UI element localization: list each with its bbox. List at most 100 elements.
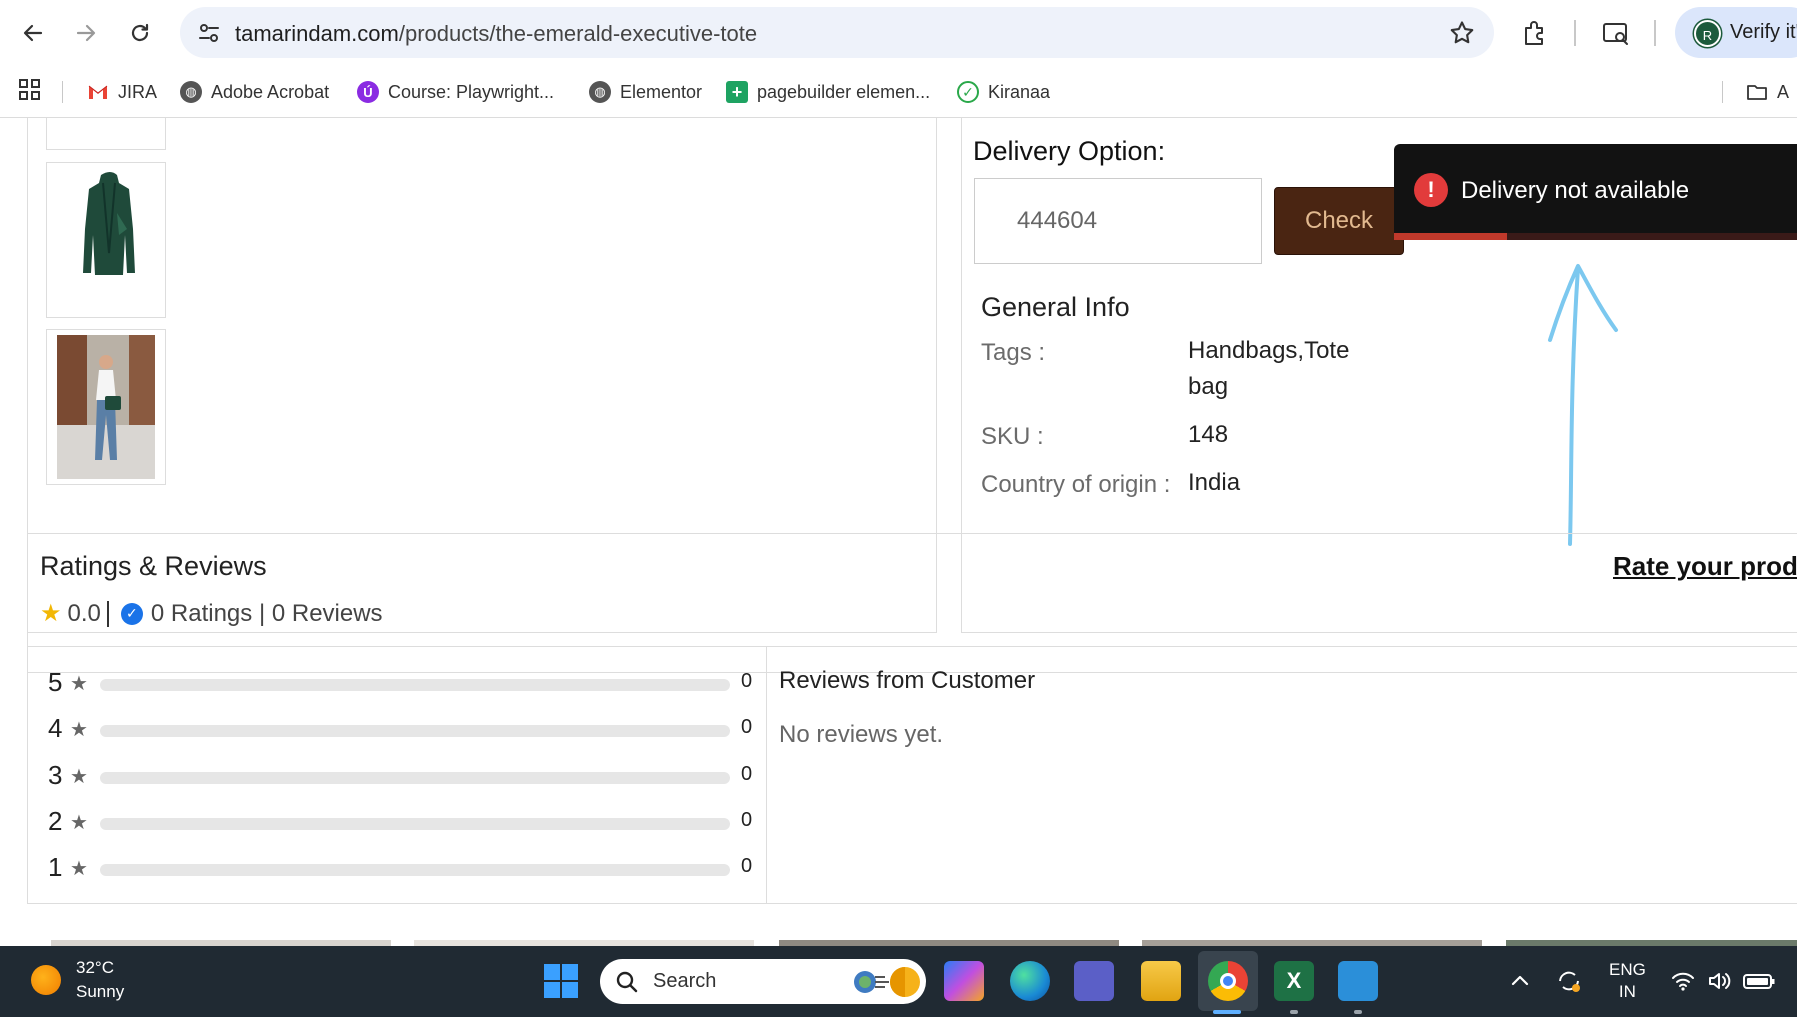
breakdown-divider: [766, 647, 767, 903]
chrome-active-tab[interactable]: [1198, 951, 1258, 1011]
product-thumbnail[interactable]: [46, 162, 166, 318]
copilot-icon[interactable]: [944, 961, 984, 1001]
info-key-sku: SKU :: [981, 423, 1044, 450]
address-bar[interactable]: tamarindam.com/products/the-emerald-exec…: [180, 7, 1494, 58]
toast-notification[interactable]: ! Delivery not available: [1394, 144, 1797, 240]
url-text[interactable]: tamarindam.com/products/the-emerald-exec…: [235, 21, 757, 47]
teams-icon[interactable]: [1074, 961, 1114, 1001]
rating-count: 0: [741, 855, 753, 877]
back-button[interactable]: [14, 14, 52, 52]
rating-bar-track: [100, 818, 730, 830]
running-indicator: [1290, 1010, 1298, 1014]
tab-search-icon[interactable]: [1600, 17, 1632, 49]
rating-stars-label: 1: [48, 852, 63, 882]
gmail-icon: [87, 81, 109, 103]
rating-count: 0: [741, 809, 753, 831]
bookmark-label: pagebuilder elemen...: [757, 81, 931, 102]
ratings-title: Ratings & Reviews: [40, 551, 267, 581]
url-domain: tamarindam.com: [235, 21, 399, 46]
reviews-title: Reviews from Customer: [779, 667, 1036, 694]
rating-row-4: 4 ★ 0: [48, 713, 758, 743]
chevron-up-icon[interactable]: [1507, 968, 1533, 994]
globe-icon: ◍: [589, 81, 611, 103]
bookmark-course-playwright[interactable]: Ú Course: Playwright...: [357, 78, 554, 106]
taskbar-search[interactable]: Search: [600, 959, 926, 1004]
ratings-summary: ★ 0.0 ✓ 0 Ratings | 0 Reviews: [40, 599, 383, 628]
language-indicator[interactable]: ENG IN: [1609, 959, 1646, 1003]
pincode-input[interactable]: [974, 178, 1262, 264]
star-icon: ★: [70, 766, 88, 788]
general-info-title: General Info: [981, 292, 1130, 322]
globe-icon: ◍: [180, 81, 202, 103]
rating-row-5: 5 ★ 0: [48, 667, 758, 697]
reviews-empty-message: No reviews yet.: [779, 721, 944, 748]
site-settings-icon[interactable]: [196, 20, 222, 46]
bookmark-label: Adobe Acrobat: [211, 81, 330, 102]
bookmark-star-icon[interactable]: [1448, 19, 1476, 47]
windows-start-icon[interactable]: [543, 963, 579, 999]
apps-grid-icon[interactable]: [18, 78, 42, 102]
reload-icon: [131, 23, 149, 42]
excel-icon[interactable]: X: [1274, 961, 1314, 1001]
arrow-left-icon: [23, 24, 43, 42]
product-thumbnail[interactable]: [46, 329, 166, 485]
verified-badge-icon: ✓: [120, 602, 143, 625]
average-rating: 0.0: [67, 599, 101, 627]
info-value-sku: 148: [1188, 421, 1229, 448]
sync-icon[interactable]: [1556, 968, 1582, 994]
info-value-tags: Handbags,Tote bag: [1188, 337, 1350, 400]
toolbar-separator: [1574, 20, 1576, 46]
info-key-tags: Tags :: [981, 339, 1046, 366]
star-icon: ★: [70, 673, 88, 695]
search-icon: [616, 971, 638, 993]
bookmark-jira[interactable]: JIRA: [87, 78, 157, 106]
url-path: /products/the-emerald-executive-tote: [398, 21, 758, 46]
bookmark-elementor[interactable]: ◍ Elementor: [589, 78, 702, 106]
check-delivery-button[interactable]: Check: [1274, 187, 1404, 255]
bookmark-separator: [1722, 81, 1723, 103]
active-app-indicator: [1213, 1010, 1241, 1014]
rating-row-1: 1 ★ 0: [48, 852, 758, 882]
bookmark-kiranaa[interactable]: ✓ Kiranaa: [957, 78, 1050, 106]
wifi-icon[interactable]: [1670, 968, 1696, 994]
windows-taskbar: 32°C Sunny Search X ENG IN: [0, 946, 1797, 1017]
error-icon: !: [1414, 173, 1448, 207]
profile-button[interactable]: R Verify it's: [1675, 7, 1797, 58]
toolbar-separator: [1654, 20, 1656, 46]
product-thumbnail[interactable]: [46, 118, 166, 150]
search-highlight-icon: [854, 967, 920, 997]
edge-icon[interactable]: [1010, 961, 1050, 1001]
toast-message: Delivery not available: [1461, 177, 1690, 204]
bookmark-pagebuilder[interactable]: + pagebuilder elemen...: [726, 78, 930, 106]
region-code: IN: [1618, 982, 1636, 1001]
sun-icon[interactable]: [31, 965, 61, 995]
folder-icon: [1746, 81, 1768, 103]
reload-button[interactable]: [121, 14, 159, 52]
star-icon: ★: [70, 719, 88, 741]
annotation-arrow: [1548, 264, 1618, 546]
rating-stars-label: 3: [48, 760, 63, 790]
rate-product-link[interactable]: Rate your prod: [1613, 551, 1797, 582]
extensions-icon[interactable]: [1519, 17, 1551, 49]
rating-bar-track: [100, 772, 730, 784]
bookmark-separator: [62, 81, 63, 103]
bookmark-adobe-acrobat[interactable]: ◍ Adobe Acrobat: [180, 78, 329, 106]
rating-bar-track: [100, 864, 730, 876]
rating-count: 0: [741, 716, 753, 738]
bookmark-label: Elementor: [620, 81, 703, 102]
bookmark-folder[interactable]: A: [1746, 78, 1789, 106]
info-key-country: Country of origin :: [981, 471, 1171, 498]
star-icon: ★: [70, 812, 88, 834]
file-explorer-icon[interactable]: [1141, 961, 1181, 1001]
rating-stars-label: 4: [48, 713, 63, 743]
bookmark-label: Course: Playwright...: [388, 81, 555, 102]
forward-button[interactable]: [67, 14, 105, 52]
notepad-icon[interactable]: [1338, 961, 1378, 1001]
battery-icon[interactable]: [1742, 968, 1776, 994]
weather-condition[interactable]: Sunny: [76, 982, 124, 1002]
chrome-icon: [1208, 961, 1248, 1001]
weather-temperature[interactable]: 32°C: [76, 958, 114, 978]
rating-bar-track: [100, 679, 730, 691]
volume-icon[interactable]: [1706, 968, 1732, 994]
rating-stars-label: 2: [48, 806, 63, 836]
